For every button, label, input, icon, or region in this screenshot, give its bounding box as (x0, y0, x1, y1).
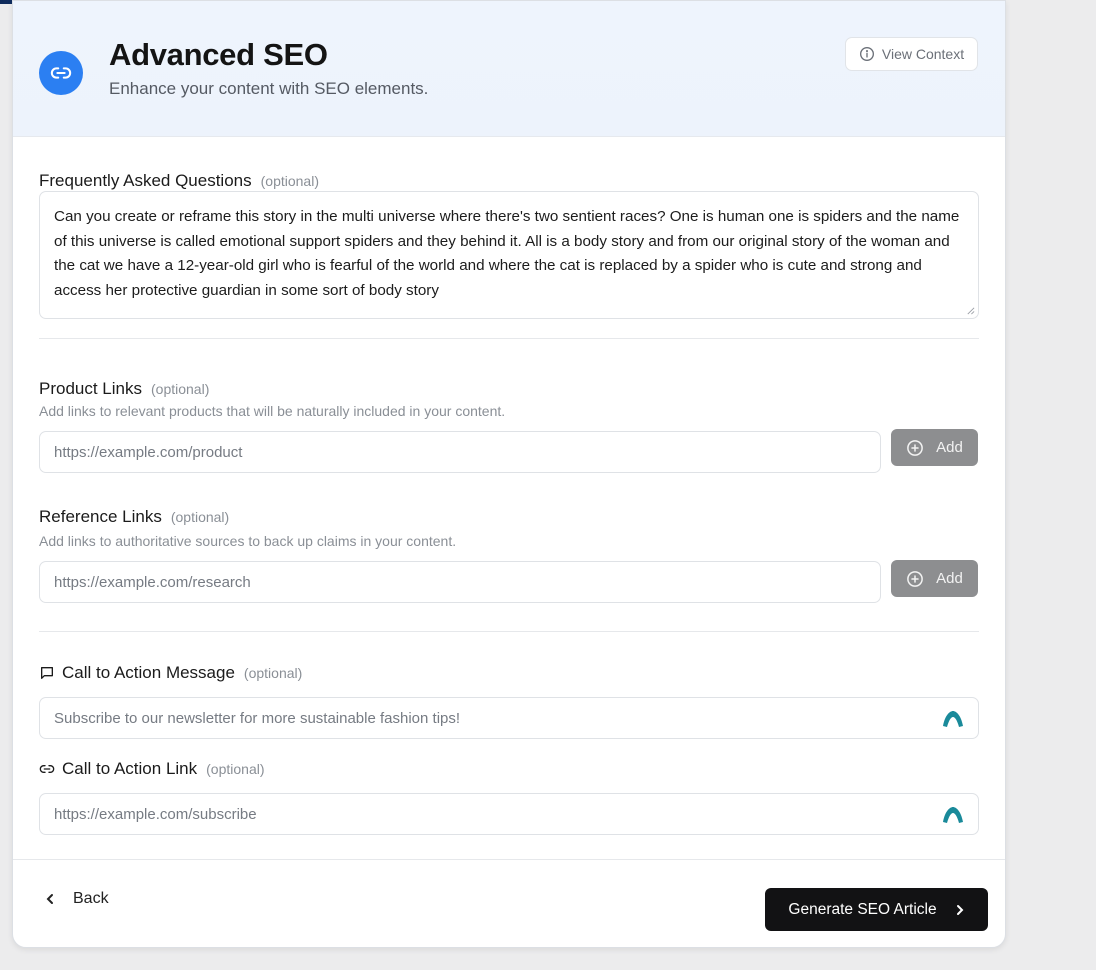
reference-links-label-row: Reference Links (optional) (39, 507, 229, 527)
back-label: Back (73, 890, 109, 907)
product-links-label: Product Links (39, 379, 142, 398)
footer-divider (13, 859, 1005, 860)
add-reference-link-button[interactable]: Add (891, 560, 978, 597)
chevron-right-icon (956, 904, 964, 915)
advanced-seo-card: Advanced SEO Enhance your content with S… (12, 0, 1006, 948)
plus-circle-icon (907, 439, 924, 456)
cta-link-label-row: Call to Action Link (optional) (39, 759, 265, 779)
message-square-icon (39, 665, 55, 681)
cta-message-input[interactable]: Subscribe to our newsletter for more sus… (39, 697, 979, 739)
generate-seo-article-button[interactable]: Generate SEO Article (765, 888, 988, 931)
resize-grip-icon[interactable] (966, 306, 975, 315)
autofill-assistant-icon[interactable] (942, 709, 964, 729)
faq-label: Frequently Asked Questions (39, 171, 252, 190)
info-icon (859, 47, 874, 61)
reference-links-help: Add links to authoritative sources to ba… (39, 533, 457, 549)
cta-link-input[interactable]: https://example.com/subscribe (39, 793, 979, 835)
reference-link-placeholder: https://example.com/research (54, 573, 251, 591)
cta-link-optional-tag: (optional) (206, 761, 265, 777)
page-subtitle: Enhance your content with SEO elements. (109, 79, 429, 98)
reference-link-input[interactable]: https://example.com/research (39, 561, 881, 603)
autofill-assistant-icon[interactable] (942, 805, 964, 825)
faq-textarea-value: Can you create or reframe this story in … (54, 208, 960, 299)
product-link-input[interactable]: https://example.com/product (39, 431, 881, 473)
cta-message-label-row: Call to Action Message (optional) (39, 663, 302, 683)
page-title: Advanced SEO (109, 37, 328, 72)
section-divider (39, 631, 979, 632)
back-button[interactable]: Back (45, 885, 109, 913)
link-icon (39, 761, 55, 777)
faq-textarea[interactable]: Can you create or reframe this story in … (39, 191, 979, 319)
cta-message-placeholder: Subscribe to our newsletter for more sus… (54, 709, 461, 727)
cta-message-label: Call to Action Message (62, 663, 235, 682)
generate-label: Generate SEO Article (788, 900, 937, 918)
add-product-link-label: Add (936, 439, 963, 456)
product-links-label-row: Product Links (optional) (39, 379, 209, 399)
cta-message-optional-tag: (optional) (243, 665, 303, 681)
view-context-button[interactable]: View Context (845, 37, 978, 71)
add-product-link-button[interactable]: Add (891, 429, 978, 466)
reference-links-optional-tag: (optional) (170, 509, 230, 525)
faq-label-row: Frequently Asked Questions (optional) (39, 171, 319, 191)
product-link-placeholder: https://example.com/product (54, 443, 243, 461)
product-links-optional-tag: (optional) (151, 381, 210, 397)
product-links-help: Add links to relevant products that will… (39, 403, 506, 419)
chevron-left-icon (46, 894, 53, 904)
faq-optional-tag: (optional) (260, 173, 319, 189)
plus-circle-icon (907, 570, 924, 587)
add-reference-link-label: Add (936, 570, 963, 587)
view-context-label: View Context (881, 46, 965, 62)
cta-link-label: Call to Action Link (62, 759, 198, 778)
section-divider (39, 338, 979, 339)
card-header: Advanced SEO Enhance your content with S… (13, 1, 1005, 137)
link-icon (39, 51, 83, 95)
reference-links-label: Reference Links (39, 507, 162, 526)
cta-link-placeholder: https://example.com/subscribe (54, 805, 257, 823)
